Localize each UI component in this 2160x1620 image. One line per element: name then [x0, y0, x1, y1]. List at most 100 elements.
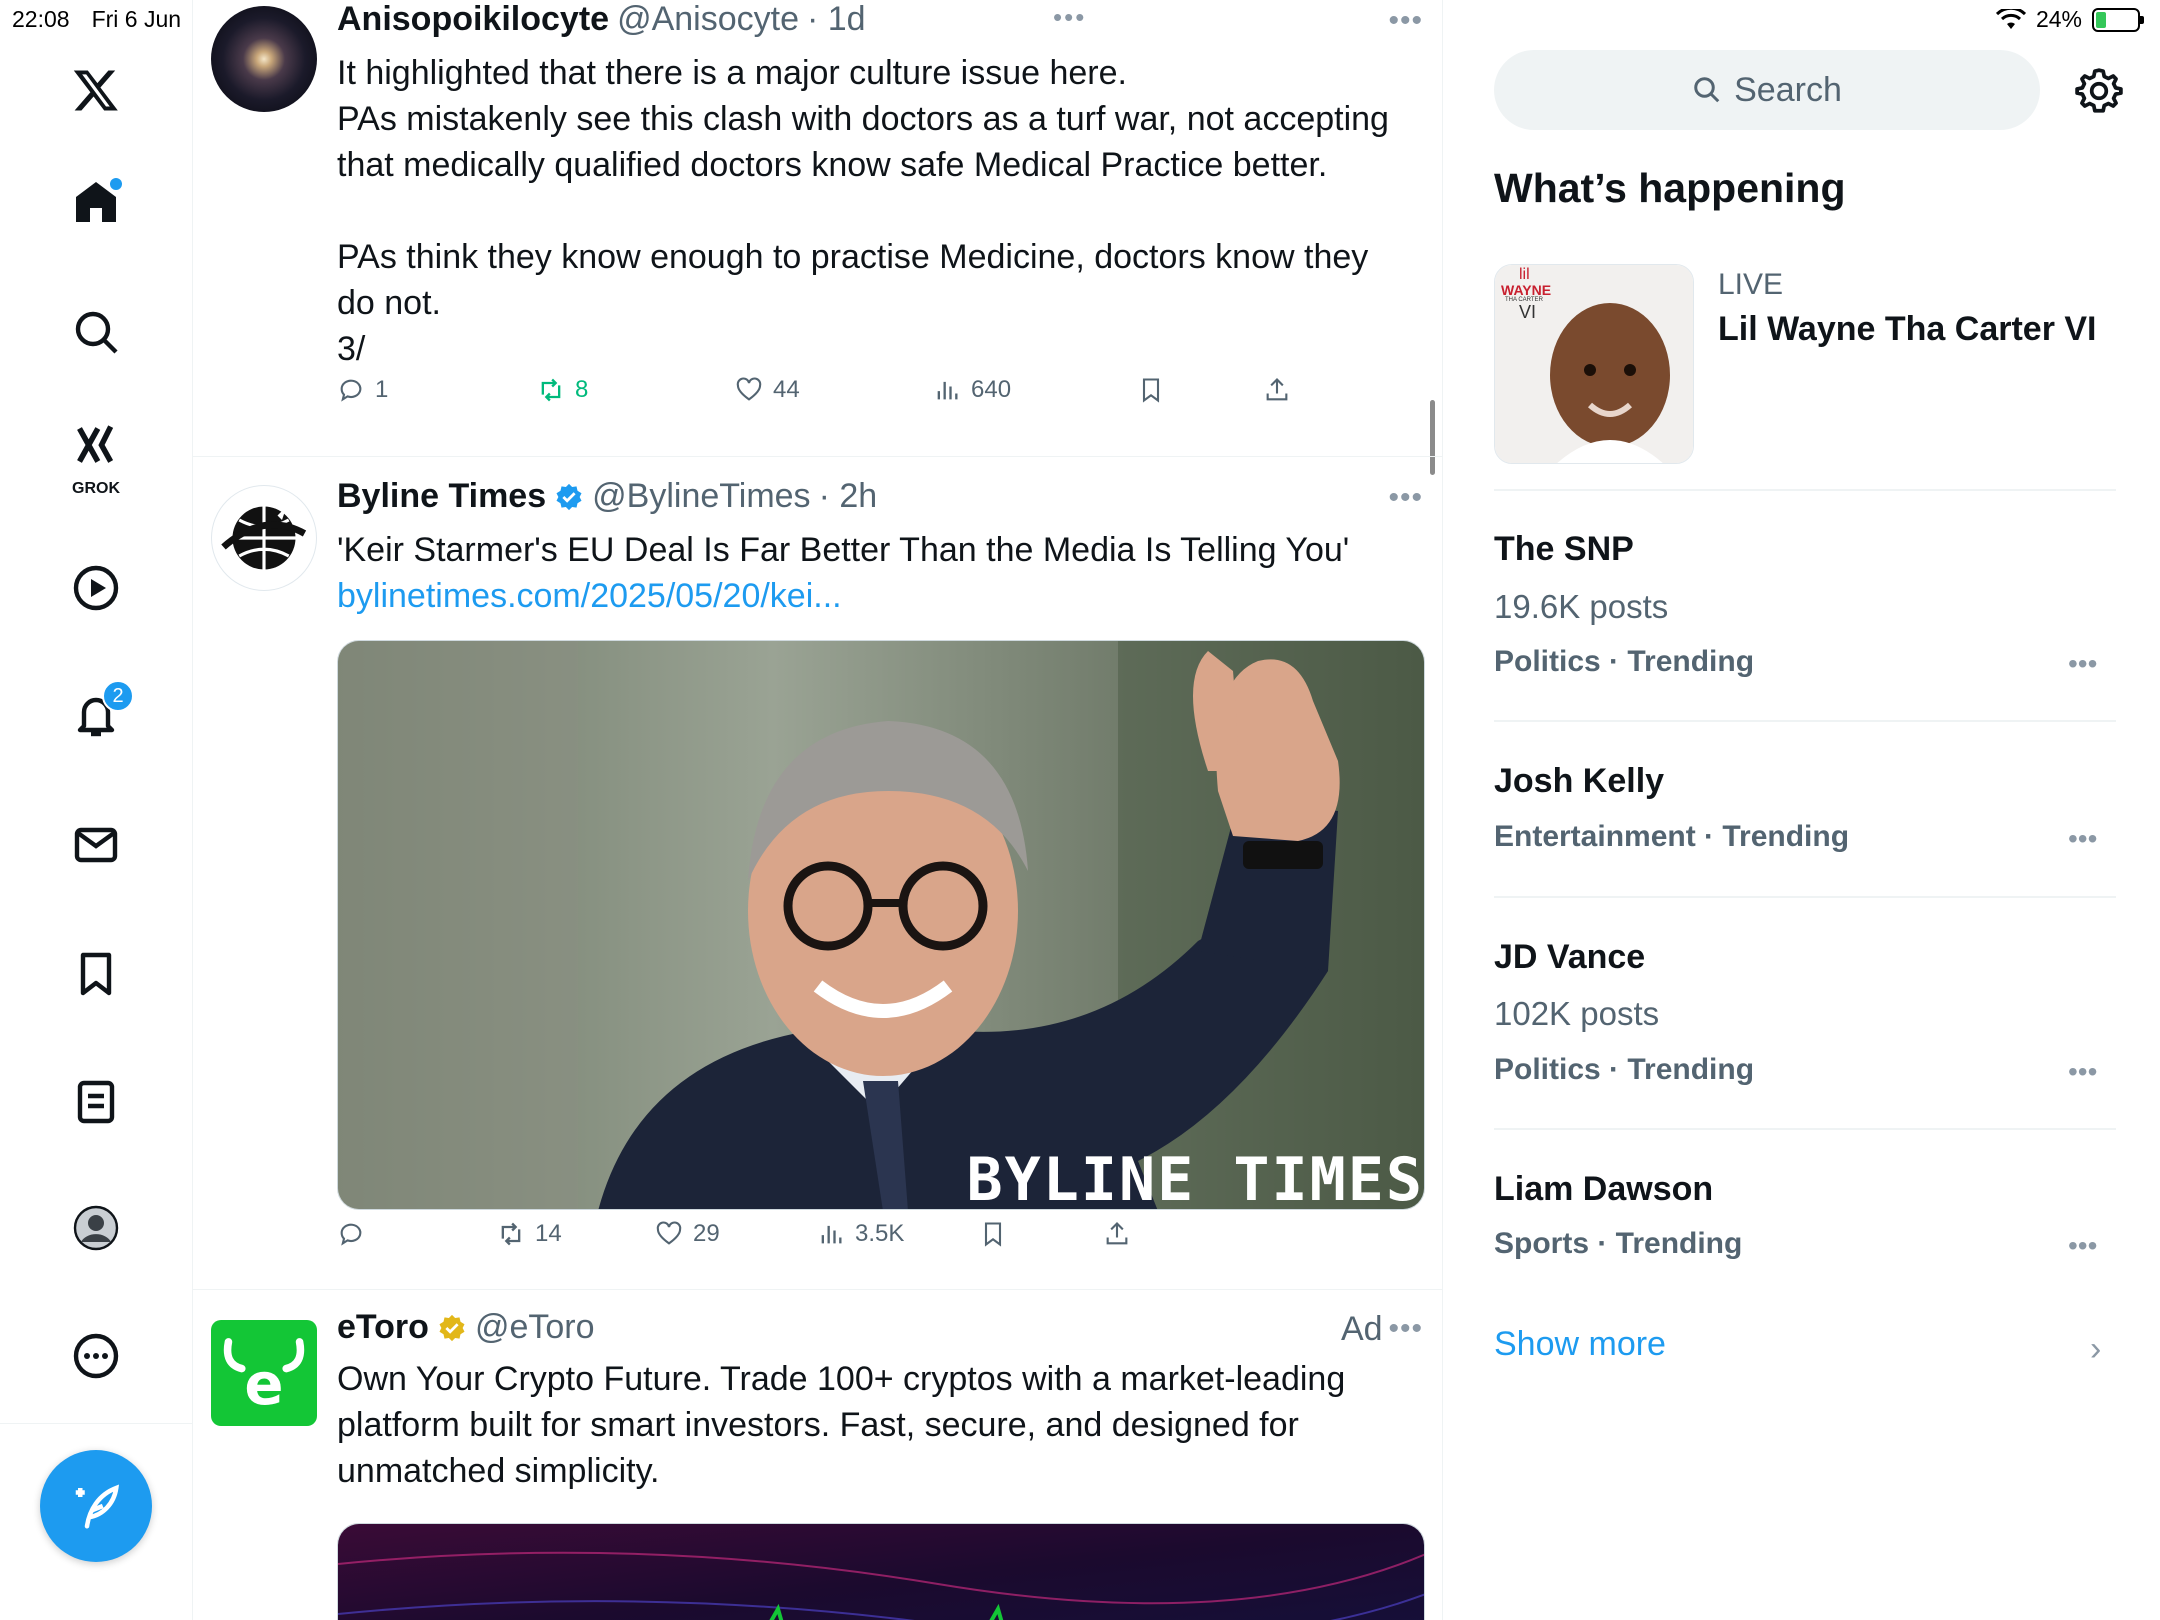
wifi-icon [1995, 8, 2026, 29]
tweet-line: It highlighted that there is a major cul… [337, 54, 1127, 92]
more-options-icon[interactable]: ••• [1388, 481, 1423, 515]
heart-icon [736, 377, 762, 401]
views-icon [821, 1225, 842, 1244]
tweet-link[interactable]: bylinetimes.com/2025/05/20/kei... [337, 573, 1417, 619]
grok-icon[interactable]: GROK [64, 420, 128, 497]
trend-posts: 19.6K posts [1494, 588, 1669, 625]
like-count: 29 [693, 1220, 720, 1247]
svg-text:e: e [244, 1350, 283, 1413]
byline-globe-logo-icon [221, 506, 307, 570]
tweet-image[interactable]: BYLINE TIMES [337, 640, 1425, 1210]
more-options-icon[interactable]: ••• [1388, 1312, 1423, 1346]
home-unread-dot [110, 178, 122, 190]
tweet-line: Own Your Crypto Future. Trade 100+ crypt… [337, 1360, 1346, 1398]
chevron-right-icon[interactable]: › [2090, 1330, 2101, 1369]
show-more-link[interactable]: Show more [1494, 1325, 1666, 1364]
like-button[interactable]: 29 [655, 1220, 720, 1248]
search-icon[interactable] [64, 300, 128, 364]
views-count: 3.5K [855, 1220, 905, 1247]
reply-button[interactable]: 1 [337, 376, 388, 404]
status-bar-right: 24% [1995, 6, 2144, 33]
ad-label: Ad [1341, 1310, 1383, 1348]
tweet-time: · 1d [806, 0, 866, 38]
avatar[interactable] [211, 6, 317, 112]
lists-icon[interactable] [64, 1070, 128, 1134]
author-handle[interactable]: @BylineTimes [592, 477, 810, 516]
album-art-vi: VI [1519, 302, 1537, 322]
views-button[interactable]: 3.5K [817, 1220, 904, 1248]
share-icon [1106, 1222, 1128, 1245]
left-nav: GROK 2 [0, 0, 193, 1620]
trend-name: Liam Dawson [1494, 1170, 1714, 1208]
tweet-text: 'Keir Starmer's EU Deal Is Far Better Th… [337, 527, 1417, 619]
bookmark-button[interactable] [979, 1220, 1007, 1248]
trend-more-icon[interactable]: ••• [2068, 823, 2097, 855]
tweet-byline-times[interactable]: Byline Times @BylineTimes · 2h ••• 'Keir… [193, 457, 1442, 1290]
share-button[interactable] [1263, 376, 1291, 404]
trend-more-icon[interactable]: ••• [2068, 1056, 2097, 1088]
more-options-icon[interactable]: ••• [1388, 4, 1423, 38]
x-logo-icon[interactable] [64, 58, 128, 122]
album-art-wayne: WAYNE [1501, 282, 1552, 298]
repost-count: 8 [575, 376, 589, 403]
author-handle[interactable]: @eToro [475, 1308, 595, 1347]
author-name[interactable]: eToro [337, 1308, 429, 1347]
tweet-line [337, 188, 1417, 234]
reply-button[interactable] [337, 1220, 375, 1248]
grok-label: GROK [72, 480, 120, 497]
tweet-line: that medically qualified doctors know sa… [337, 146, 1328, 184]
divider [1494, 489, 2116, 491]
battery-icon [2092, 7, 2144, 32]
trend-category: Politics · Trending [1494, 645, 1755, 678]
notifications-icon[interactable]: 2 [64, 680, 134, 748]
repost-icon [541, 378, 561, 402]
home-icon[interactable] [64, 170, 128, 234]
reply-icon [340, 379, 362, 402]
repost-button[interactable]: 14 [497, 1220, 562, 1248]
tweet-etoro-ad[interactable]: e eToro @eToro Ad ••• Own Your Crypto Fu… [193, 1290, 1442, 1620]
verified-badge-icon [554, 482, 584, 512]
bookmark-button[interactable] [1137, 376, 1165, 404]
heart-icon [656, 1221, 682, 1245]
video-icon[interactable] [64, 556, 128, 620]
more-icon[interactable] [64, 1324, 128, 1388]
tweet-line: platform built for smart investors. Fast… [337, 1406, 1299, 1444]
ad-image[interactable] [337, 1523, 1425, 1620]
tweet-line: PAs mistakenly see this clash with docto… [337, 100, 1389, 138]
tweet-text: It highlighted that there is a major cul… [337, 50, 1417, 372]
repost-icon [501, 1222, 521, 1246]
compose-button[interactable] [40, 1450, 152, 1562]
views-button[interactable]: 640 [933, 376, 1011, 404]
divider [1494, 1128, 2116, 1130]
trend-name: The SNP [1494, 530, 1634, 568]
author-name[interactable]: Byline Times [337, 477, 546, 516]
live-label: LIVE [1718, 268, 1784, 301]
divider [1494, 896, 2116, 898]
search-input[interactable]: Search [1494, 50, 2040, 130]
tweet-line: PAs think they know enough to practise M… [337, 238, 1369, 276]
trend-more-icon[interactable]: ••• [2068, 648, 2097, 680]
trend-more-icon[interactable]: ••• [2068, 1230, 2097, 1262]
etoro-logo-avatar[interactable]: e [211, 1320, 317, 1426]
author-handle[interactable]: @Anisocyte [617, 0, 799, 39]
trend-category: Sports · Trending [1494, 1227, 1743, 1260]
avatar[interactable] [211, 485, 317, 591]
messages-icon[interactable] [64, 813, 128, 877]
album-art-lil: lil [1519, 266, 1530, 283]
tweet-header: Anisopoikilocyte @Anisocyte · 1d [337, 0, 866, 39]
live-title[interactable]: Lil Wayne Tha Carter VI [1718, 310, 2097, 349]
settings-gear-icon[interactable] [2074, 66, 2124, 116]
profile-avatar-icon[interactable] [64, 1196, 128, 1260]
bookmarks-icon[interactable] [64, 942, 128, 1006]
tweet-line: unmatched simplicity. [337, 1452, 660, 1490]
like-button[interactable]: 44 [735, 376, 800, 404]
reply-icon [340, 1223, 362, 1246]
divider [1494, 720, 2116, 722]
tweet-anisocyte[interactable]: Anisopoikilocyte @Anisocyte · 1d ••• It … [193, 0, 1442, 457]
share-button[interactable] [1103, 1220, 1131, 1248]
etoro-bull-icon: e [223, 1338, 305, 1413]
notifications-badge: 2 [102, 680, 134, 712]
live-album-art[interactable]: lil WAYNE THA CARTER VI [1494, 264, 1694, 464]
repost-button[interactable]: 8 [537, 376, 588, 404]
author-name[interactable]: Anisopoikilocyte [337, 0, 609, 39]
